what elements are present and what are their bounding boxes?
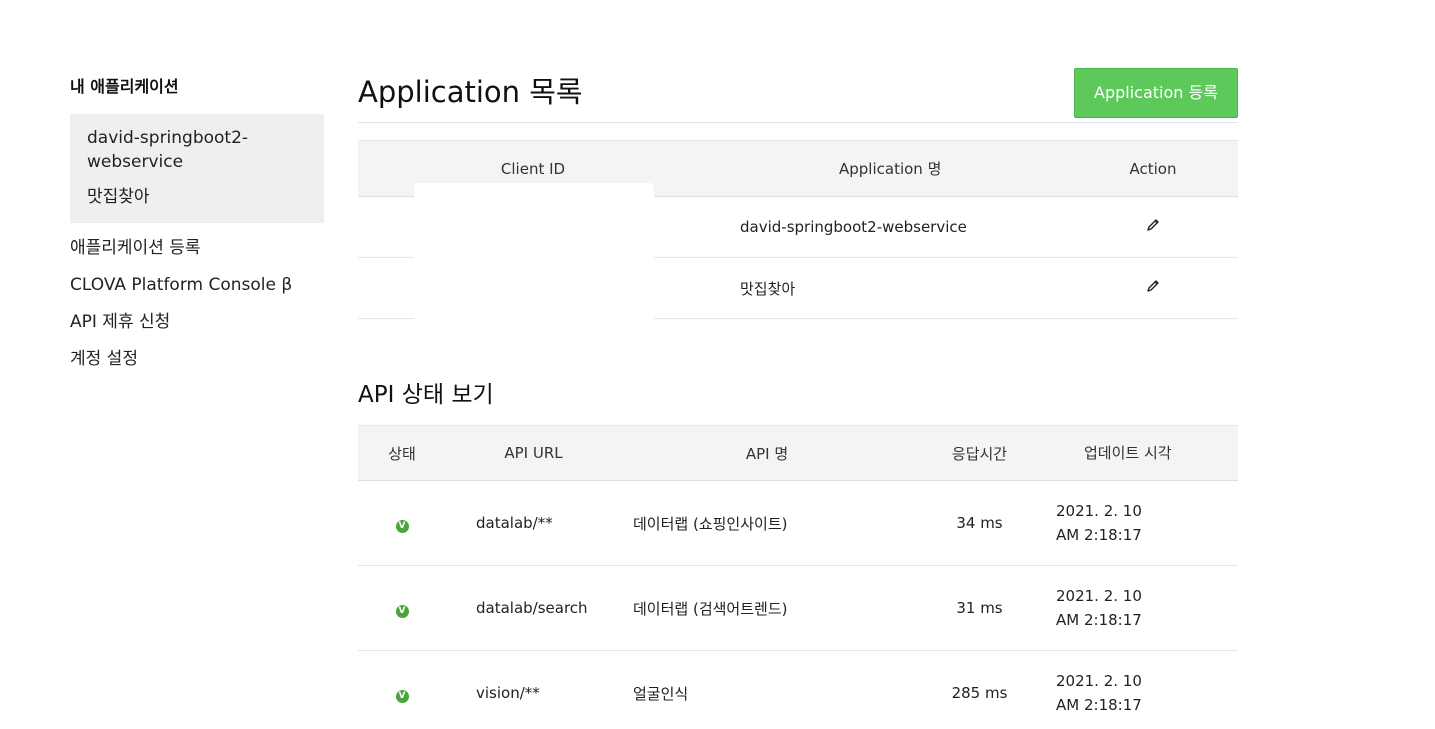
register-application-button[interactable]: Application 등록	[1074, 68, 1238, 118]
sidebar-app-list: david-springboot2-webservice 맛집찾아	[70, 114, 324, 223]
page: 내 애플리케이션 david-springboot2-webservice 맛집…	[0, 0, 1435, 729]
api-status-title: API 상태 보기	[358, 382, 494, 408]
updated-clock: AM 2:18:17	[1056, 611, 1142, 629]
api-table-header: 상태 API URL API 명 응답시간 업데이트 시각	[358, 425, 1238, 481]
sidebar-title: 내 애플리케이션	[70, 77, 179, 96]
header-status: 상태	[358, 425, 446, 481]
updated-time-cell: 2021. 2. 10 AM 2:18:17	[1046, 650, 1238, 729]
updated-date: 2021. 2. 10	[1056, 672, 1142, 690]
status-cell: V	[358, 480, 446, 566]
sidebar-link-account-settings[interactable]: 계정 설정	[70, 347, 324, 372]
redacted-client-id-area	[414, 183, 654, 321]
pencil-icon[interactable]	[1146, 279, 1160, 297]
header-api-url: API URL	[446, 425, 621, 481]
api-url-cell: datalab/**	[446, 480, 621, 566]
response-time-cell: 285 ms	[913, 650, 1046, 729]
api-status-table: 상태 API URL API 명 응답시간 업데이트 시각 V datalab/…	[358, 425, 1238, 729]
status-ok-icon: V	[395, 519, 409, 533]
updated-time-cell: 2021. 2. 10 AM 2:18:17	[1046, 565, 1238, 651]
header-updated-time: 업데이트 시각	[1046, 425, 1238, 481]
updated-time-cell: 2021. 2. 10 AM 2:18:17	[1046, 480, 1238, 566]
application-name-cell: 맛집찾아	[708, 257, 1068, 319]
status-cell: V	[358, 650, 446, 729]
header-action: Action	[1068, 140, 1238, 197]
sidebar-link-register-app[interactable]: 애플리케이션 등록	[70, 236, 324, 261]
header-response-time: 응답시간	[913, 425, 1046, 481]
sidebar-link-api-partnership[interactable]: API 제휴 신청	[70, 310, 324, 335]
table-row: V vision/** 얼굴인식 285 ms 2021. 2. 10 AM 2:…	[358, 650, 1238, 729]
table-row: V datalab/search 데이터랩 (검색어트렌드) 31 ms 202…	[358, 565, 1238, 651]
table-row: V datalab/** 데이터랩 (쇼핑인사이트) 34 ms 2021. 2…	[358, 480, 1238, 566]
api-url-cell: datalab/search	[446, 565, 621, 651]
response-time-cell: 34 ms	[913, 480, 1046, 566]
application-name-cell: david-springboot2-webservice	[708, 196, 1068, 258]
api-name-cell: 얼굴인식	[621, 650, 913, 729]
action-cell	[1068, 257, 1238, 319]
updated-date: 2021. 2. 10	[1056, 587, 1142, 605]
header-row: Application 목록 Application 등록	[358, 68, 1238, 123]
sidebar-app-david-springboot2-webservice[interactable]: david-springboot2-webservice	[87, 126, 307, 174]
action-cell	[1068, 196, 1238, 258]
response-time-cell: 31 ms	[913, 565, 1046, 651]
main-content: Application 목록 Application 등록 Client ID …	[358, 68, 1238, 729]
updated-clock: AM 2:18:17	[1056, 696, 1142, 714]
sidebar-app-matjip[interactable]: 맛집찾아	[87, 185, 307, 209]
pencil-icon[interactable]	[1146, 218, 1160, 236]
page-title: Application 목록	[358, 75, 583, 109]
status-ok-icon: V	[395, 604, 409, 618]
sidebar-links: 애플리케이션 등록 CLOVA Platform Console β API 제…	[70, 236, 324, 372]
api-name-cell: 데이터랩 (쇼핑인사이트)	[621, 480, 913, 566]
sidebar-link-clova-console[interactable]: CLOVA Platform Console β	[70, 273, 324, 298]
updated-date: 2021. 2. 10	[1056, 502, 1142, 520]
header-api-name: API 명	[621, 425, 913, 481]
api-name-cell: 데이터랩 (검색어트렌드)	[621, 565, 913, 651]
status-cell: V	[358, 565, 446, 651]
api-url-cell: vision/**	[446, 650, 621, 729]
updated-clock: AM 2:18:17	[1056, 526, 1142, 544]
status-ok-icon: V	[395, 689, 409, 703]
sidebar: 내 애플리케이션 david-springboot2-webservice 맛집…	[70, 76, 324, 372]
header-application-name: Application 명	[708, 140, 1068, 197]
